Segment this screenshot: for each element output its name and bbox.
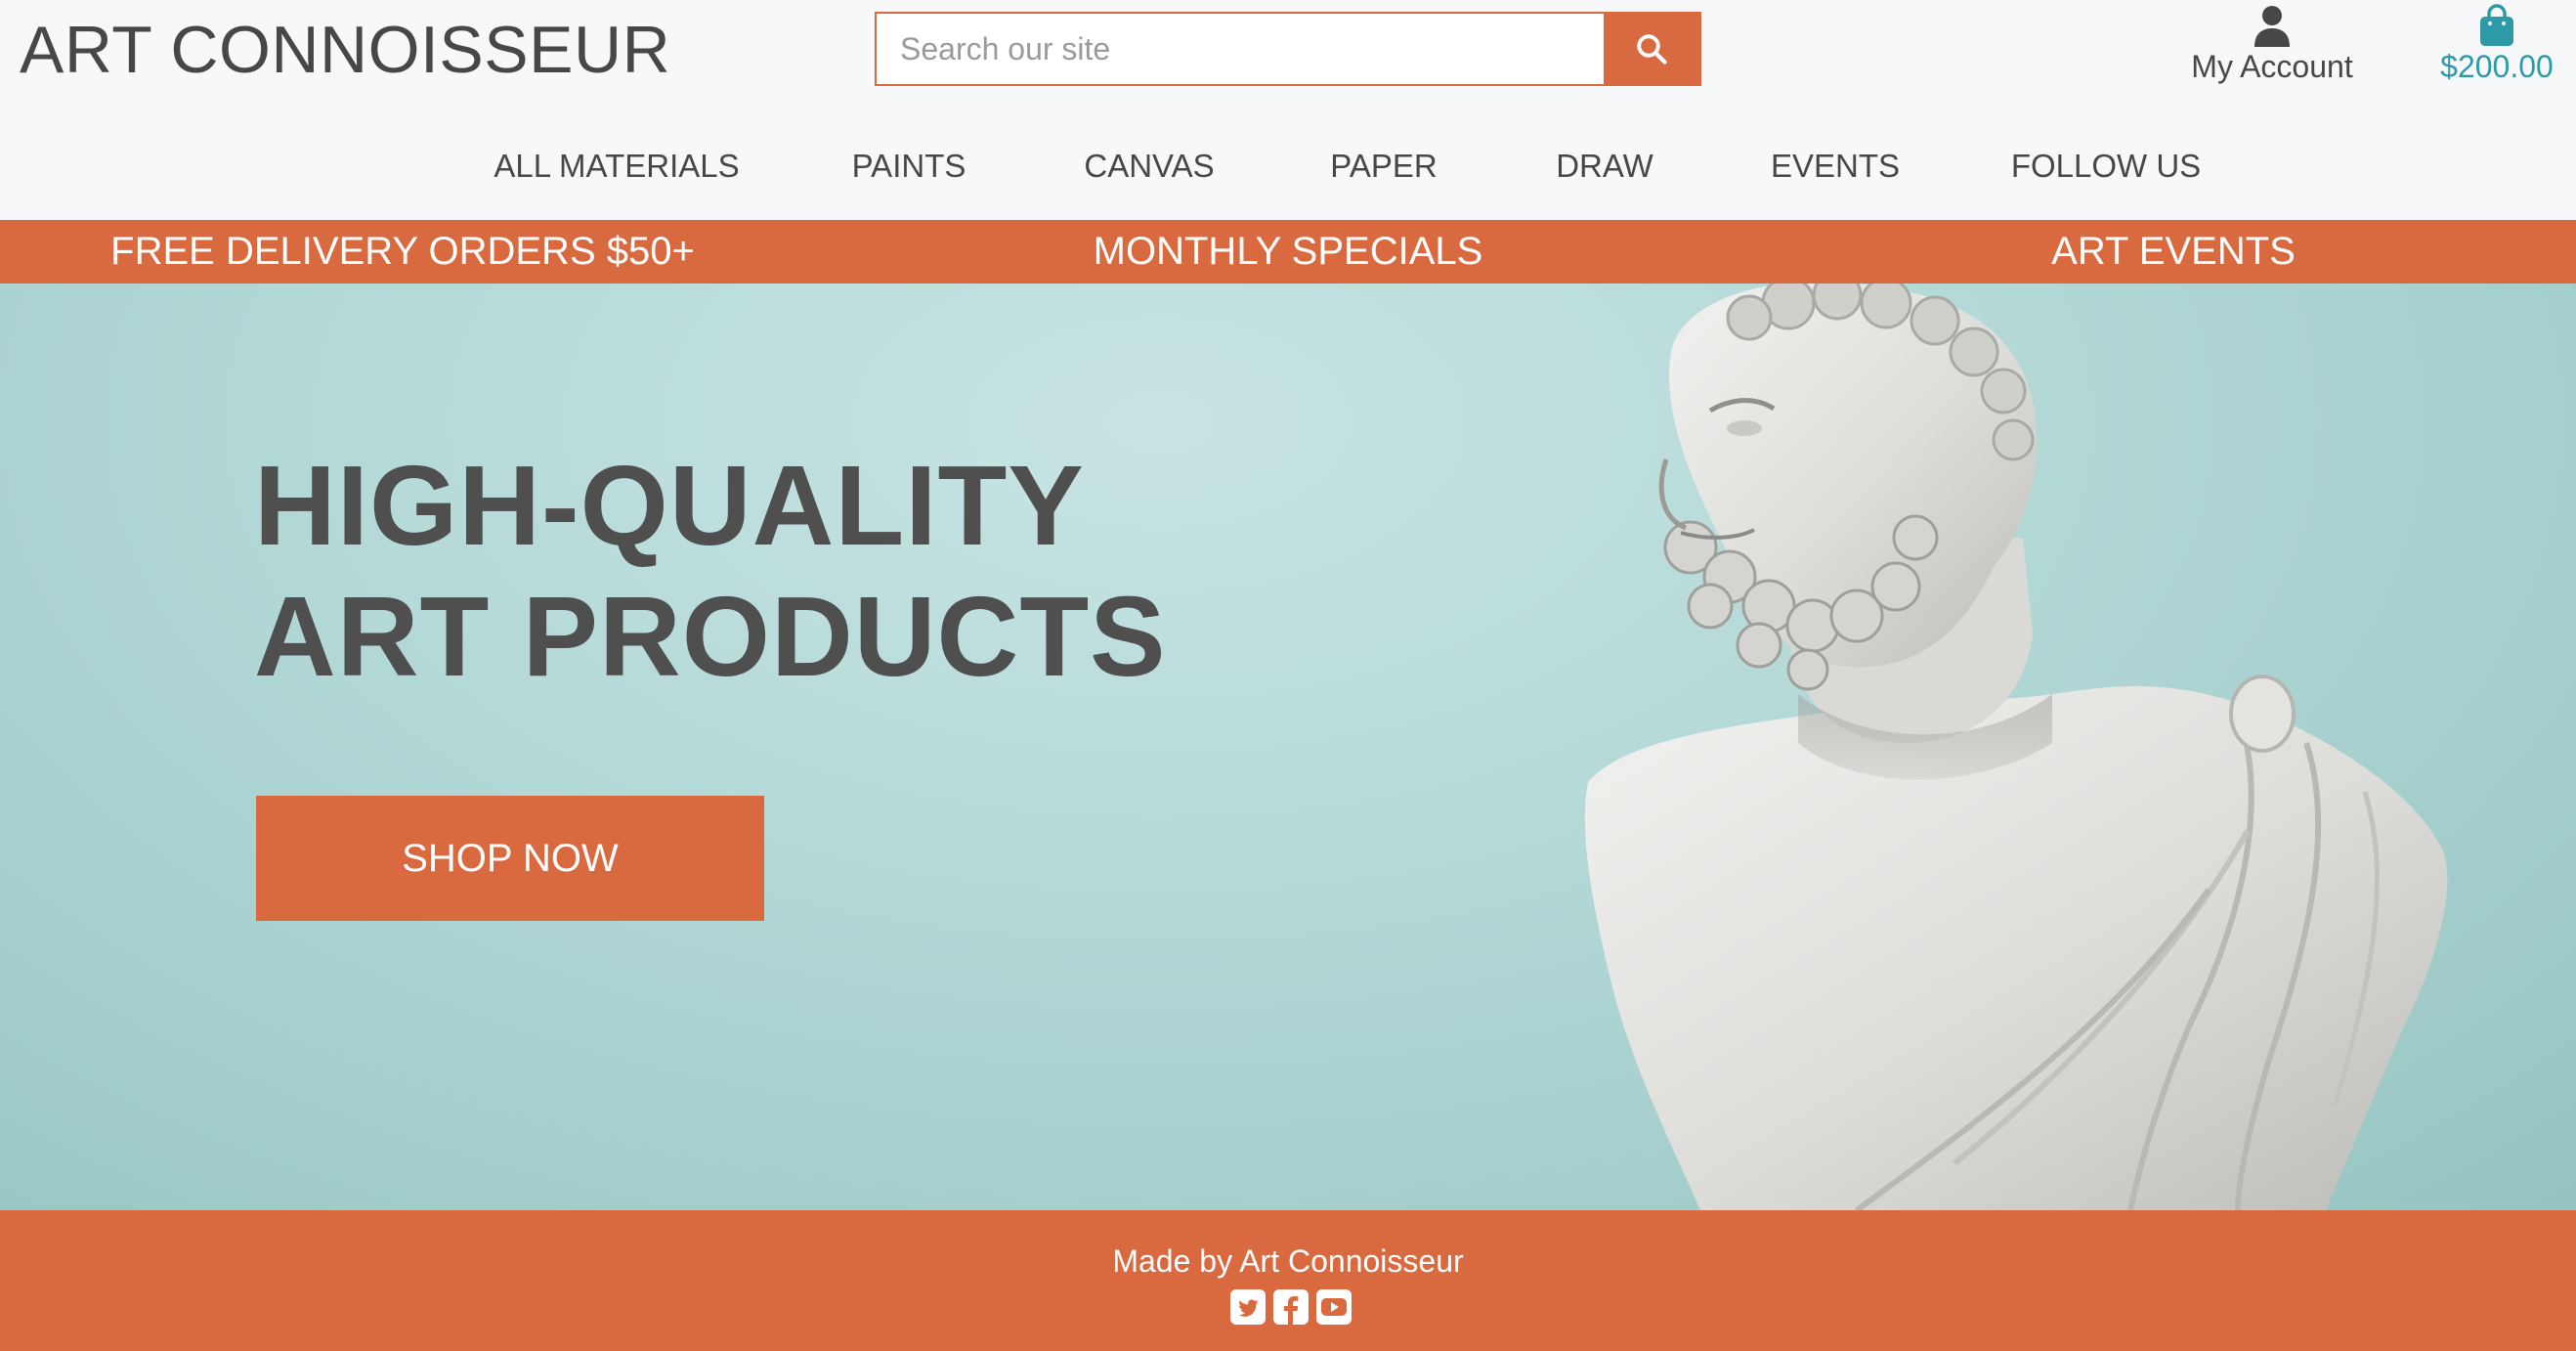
nav-paints[interactable]: PAINTS — [852, 137, 966, 196]
hero-title: HIGH-QUALITY ART PRODUCTS — [254, 440, 1167, 702]
nav-draw[interactable]: DRAW — [1556, 137, 1653, 196]
search-icon — [1637, 34, 1667, 65]
main-navigation: ALL MATERIALS PAINTS CANVAS PAPER DRAW E… — [0, 137, 2576, 196]
search-button[interactable] — [1604, 14, 1699, 84]
site-header: ART CONNOISSEUR My Account $200.00 ALL M… — [0, 0, 2576, 220]
hero-title-line-2: ART PRODUCTS — [254, 573, 1167, 700]
search-input[interactable] — [877, 14, 1604, 84]
youtube-icon — [1316, 1289, 1352, 1325]
nav-events[interactable]: EVENTS — [1771, 137, 1900, 196]
twitter-icon — [1230, 1289, 1266, 1325]
my-account-link[interactable]: My Account — [2179, 0, 2365, 98]
site-footer: Made by Art Connoisseur — [0, 1210, 2576, 1351]
promo-free-delivery[interactable]: FREE DELIVERY ORDERS $50+ — [110, 220, 695, 283]
user-icon — [2254, 6, 2290, 47]
cart-total: $200.00 — [2440, 49, 2554, 84]
promo-art-events[interactable]: ART EVENTS — [2051, 220, 2296, 283]
nav-paper[interactable]: PAPER — [1330, 137, 1437, 196]
promo-monthly-specials[interactable]: MONTHLY SPECIALS — [1094, 220, 1483, 283]
cart-link[interactable]: $200.00 — [2419, 0, 2575, 98]
social-links — [1229, 1288, 1352, 1328]
twitter-link[interactable] — [1229, 1288, 1267, 1326]
shop-now-button[interactable]: SHOP NOW — [256, 796, 764, 921]
footer-credit: Made by Art Connoisseur — [1112, 1243, 1464, 1279]
promo-bar: FREE DELIVERY ORDERS $50+ MONTHLY SPECIA… — [0, 220, 2576, 283]
facebook-icon — [1273, 1289, 1309, 1325]
youtube-link[interactable] — [1315, 1288, 1352, 1326]
nav-all-materials[interactable]: ALL MATERIALS — [494, 137, 739, 196]
brand-logo[interactable]: ART CONNOISSEUR — [20, 10, 670, 90]
nav-follow-us[interactable]: FOLLOW US — [2011, 137, 2201, 196]
marble-bust-image — [1584, 283, 2448, 1210]
search-form — [875, 12, 1701, 86]
facebook-link[interactable] — [1272, 1288, 1309, 1326]
nav-canvas[interactable]: CANVAS — [1084, 137, 1214, 196]
hero-banner: HIGH-QUALITY ART PRODUCTS SHOP NOW — [0, 283, 2576, 1210]
my-account-label: My Account — [2191, 49, 2353, 84]
hero-title-line-1: HIGH-QUALITY — [254, 442, 1085, 569]
shopping-bag-icon — [2480, 4, 2513, 46]
